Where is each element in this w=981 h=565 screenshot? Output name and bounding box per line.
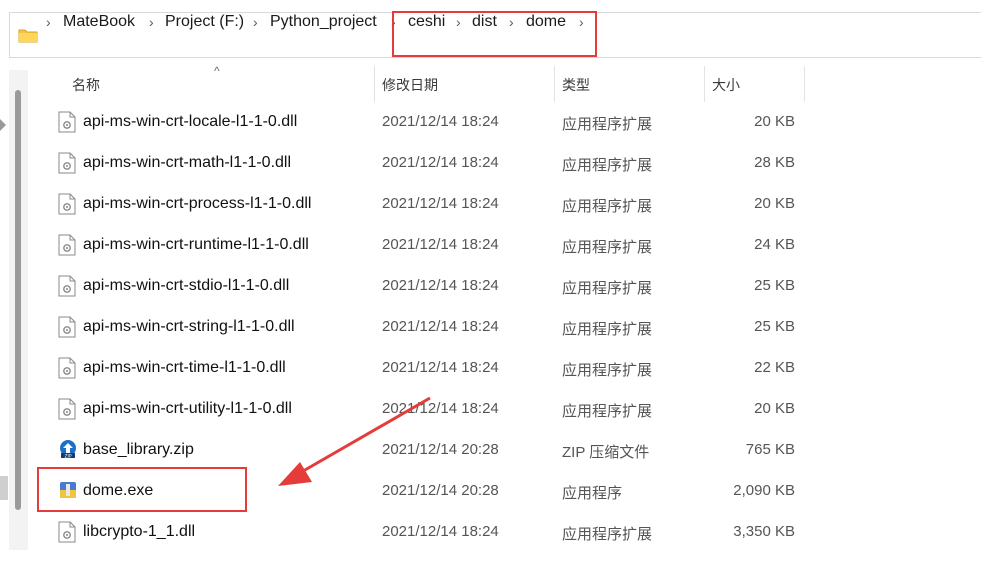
file-row[interactable]: api-ms-win-crt-stdio-l1-1-0.dll 2021/12/1…: [40, 265, 800, 306]
dll-file-icon: [58, 357, 76, 379]
column-header-size[interactable]: 大小: [712, 76, 740, 94]
dll-file-icon: [58, 111, 76, 133]
file-name: api-ms-win-crt-time-l1-1-0.dll: [83, 359, 286, 376]
column-divider[interactable]: [804, 66, 805, 102]
file-size: 24 KB: [754, 236, 795, 253]
file-modified-date: 2021/12/14 18:24: [382, 400, 499, 417]
file-name: libcrypto-1_1.dll: [83, 523, 196, 540]
file-type: 应用程序: [562, 485, 623, 502]
file-size: 25 KB: [754, 318, 795, 335]
file-type: 应用程序扩展: [562, 280, 653, 297]
file-name: api-ms-win-crt-stdio-l1-1-0.dll: [83, 277, 290, 294]
file-size: 20 KB: [754, 400, 795, 417]
file-name: api-ms-win-crt-process-l1-1-0.dll: [83, 195, 312, 212]
file-row[interactable]: api-ms-win-crt-time-l1-1-0.dll 2021/12/14…: [40, 347, 800, 388]
zip-file-icon: ZIP: [58, 439, 76, 461]
file-size: 20 KB: [754, 113, 795, 130]
dll-file-icon: [58, 398, 76, 420]
sort-ascending-icon: ^: [214, 64, 220, 78]
column-header-name[interactable]: 名称: [72, 76, 100, 94]
breadcrumb-python-project[interactable]: Python_project: [270, 12, 377, 32]
file-modified-date: 2021/12/14 18:24: [382, 113, 499, 130]
expand-arrow-icon[interactable]: [0, 119, 6, 131]
file-type: 应用程序扩展: [562, 198, 653, 215]
file-row[interactable]: dome.exe 2021/12/14 20:28 应用程序 2,090 KB: [40, 470, 800, 511]
file-modified-date: 2021/12/14 18:24: [382, 318, 499, 335]
file-row[interactable]: libcrypto-1_1.dll 2021/12/14 18:24 应用程序扩展 3…: [40, 511, 800, 552]
file-size: 28 KB: [754, 154, 795, 171]
file-name: api-ms-win-crt-locale-l1-1-0.dll: [83, 113, 298, 130]
file-row[interactable]: api-ms-win-crt-locale-l1-1-0.dll 2021/12/…: [40, 101, 800, 142]
column-header-date[interactable]: 修改日期: [382, 76, 438, 94]
file-size: 22 KB: [754, 359, 795, 376]
file-type: 应用程序扩展: [562, 157, 653, 174]
dll-file-icon: [58, 275, 76, 297]
scrollbar-thumb[interactable]: [15, 90, 21, 510]
file-modified-date: 2021/12/14 18:24: [382, 154, 499, 171]
exe-file-icon: [58, 480, 76, 502]
file-type: 应用程序扩展: [562, 116, 653, 133]
file-name: base_library.zip: [83, 441, 194, 458]
breadcrumb-separator: ›: [149, 14, 154, 30]
file-type: 应用程序扩展: [562, 403, 653, 420]
file-modified-date: 2021/12/14 18:24: [382, 236, 499, 253]
pane-marker: [0, 476, 8, 500]
dll-file-icon: [58, 234, 76, 256]
file-name: api-ms-win-crt-runtime-l1-1-0.dll: [83, 236, 309, 253]
file-type: 应用程序扩展: [562, 362, 653, 379]
file-modified-date: 2021/12/14 18:24: [382, 523, 499, 540]
file-type: 应用程序扩展: [562, 239, 653, 256]
file-modified-date: 2021/12/14 20:28: [382, 482, 499, 499]
dll-file-icon: [58, 316, 76, 338]
breadcrumb-separator: ›: [253, 14, 258, 30]
file-type: ZIP 压缩文件: [562, 444, 650, 461]
column-divider[interactable]: [554, 66, 555, 102]
file-size: 765 KB: [745, 441, 795, 458]
breadcrumb-matebook[interactable]: MateBook: [63, 12, 135, 32]
file-name: dome.exe: [83, 482, 154, 499]
file-name: api-ms-win-crt-utility-l1-1-0.dll: [83, 400, 292, 417]
breadcrumb-separator: ›: [46, 14, 51, 30]
file-name: api-ms-win-crt-string-l1-1-0.dll: [83, 318, 295, 335]
file-row[interactable]: api-ms-win-crt-utility-l1-1-0.dll 2021/12…: [40, 388, 800, 429]
file-modified-date: 2021/12/14 18:24: [382, 359, 499, 376]
file-type: 应用程序扩展: [562, 321, 653, 338]
file-row[interactable]: api-ms-win-crt-string-l1-1-0.dll 2021/12/…: [40, 306, 800, 347]
file-row[interactable]: api-ms-win-crt-process-l1-1-0.dll 2021/12…: [40, 183, 800, 224]
file-row[interactable]: ZIP base_library.zip 2021/12/14 20:28 ZIP 压…: [40, 429, 800, 470]
dll-file-icon: [58, 152, 76, 174]
file-size: 2,090 KB: [733, 482, 795, 499]
column-divider[interactable]: [704, 66, 705, 102]
dll-file-icon: [58, 521, 76, 543]
file-name: api-ms-win-crt-math-l1-1-0.dll: [83, 154, 292, 171]
breadcrumb-highlight-box: [392, 11, 597, 57]
file-type: 应用程序扩展: [562, 526, 653, 543]
column-header-type[interactable]: 类型: [562, 76, 590, 94]
file-row[interactable]: api-ms-win-crt-runtime-l1-1-0.dll 2021/12…: [40, 224, 800, 265]
dll-file-icon: [58, 193, 76, 215]
file-modified-date: 2021/12/14 18:24: [382, 277, 499, 294]
file-modified-date: 2021/12/14 20:28: [382, 441, 499, 458]
file-row[interactable]: api-ms-win-crt-math-l1-1-0.dll 2021/12/14…: [40, 142, 800, 183]
svg-text:ZIP: ZIP: [64, 453, 71, 459]
file-size: 20 KB: [754, 195, 795, 212]
folder-icon: [18, 29, 38, 43]
file-size: 25 KB: [754, 277, 795, 294]
file-size: 3,350 KB: [733, 523, 795, 540]
breadcrumb-project-f[interactable]: Project (F:): [165, 12, 244, 32]
file-modified-date: 2021/12/14 18:24: [382, 195, 499, 212]
column-divider[interactable]: [374, 66, 375, 102]
